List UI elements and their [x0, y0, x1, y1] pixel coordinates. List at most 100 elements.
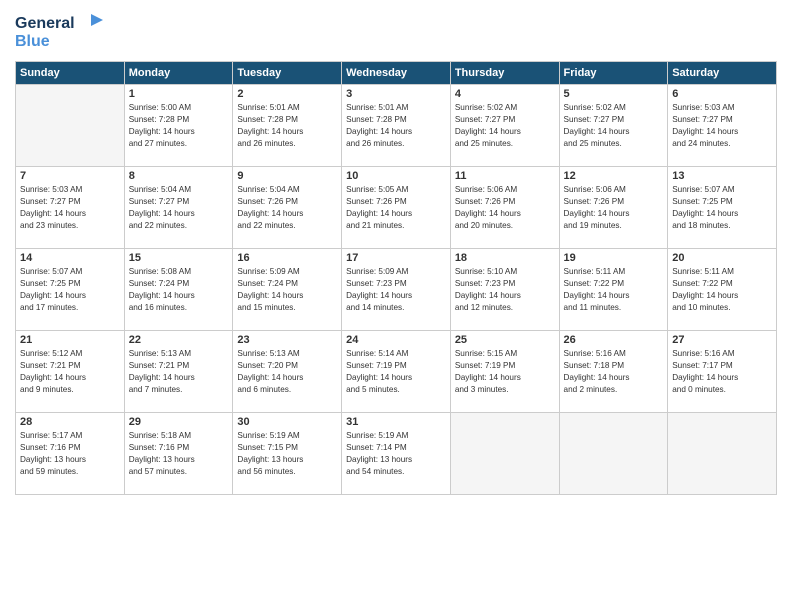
calendar-day-header: Thursday	[450, 62, 559, 85]
calendar-cell: 29Sunrise: 5:18 AM Sunset: 7:16 PM Dayli…	[124, 413, 233, 495]
cell-sun-info: Sunrise: 5:10 AM Sunset: 7:23 PM Dayligh…	[455, 266, 555, 314]
day-number: 22	[129, 334, 229, 346]
cell-sun-info: Sunrise: 5:01 AM Sunset: 7:28 PM Dayligh…	[346, 102, 446, 150]
day-number: 17	[346, 252, 446, 264]
calendar-day-header: Saturday	[668, 62, 777, 85]
calendar-cell: 14 Sunrise: 5:07 AM Sunset: 7:25 PM Dayli…	[16, 249, 125, 331]
calendar-cell: 5 Sunrise: 5:02 AM Sunset: 7:27 PM Daylig…	[559, 85, 668, 167]
cell-sun-info: Sunrise: 5:02 AM Sunset: 7:27 PM Dayligh…	[564, 102, 664, 150]
calendar-cell: 31 Sunrise: 5:19 AM Sunset: 7:14 PM Dayli…	[342, 413, 451, 495]
day-number: 4	[455, 88, 555, 100]
calendar-cell: 21 Sunrise: 5:12 AM Sunset: 7:21 PM Dayli…	[16, 331, 125, 413]
day-number: 25	[455, 334, 555, 346]
calendar-cell: 10 Sunrise: 5:05 AM Sunset: 7:26 PM Dayli…	[342, 167, 451, 249]
calendar-cell: 8 Sunrise: 5:04 AM Sunset: 7:27 PM Daylig…	[124, 167, 233, 249]
calendar-cell: 12 Sunrise: 5:06 AM Sunset: 7:26 PM Dayli…	[559, 167, 668, 249]
calendar-cell: 3Sunrise: 5:01 AM Sunset: 7:28 PM Daylig…	[342, 85, 451, 167]
day-number: 27	[672, 334, 772, 346]
cell-sun-info: Sunrise: 5:04 AM Sunset: 7:27 PM Dayligh…	[129, 184, 229, 232]
calendar-cell: 28Sunrise: 5:17 AM Sunset: 7:16 PM Dayli…	[16, 413, 125, 495]
cell-sun-info: Sunrise: 5:00 AM Sunset: 7:28 PM Dayligh…	[129, 102, 229, 150]
calendar-cell: 25 Sunrise: 5:15 AM Sunset: 7:19 PM Dayli…	[450, 331, 559, 413]
cell-sun-info: Sunrise: 5:09 AM Sunset: 7:24 PM Dayligh…	[237, 266, 337, 314]
cell-sun-info: Sunrise: 5:19 AM Sunset: 7:14 PM Dayligh…	[346, 430, 446, 478]
day-number: 28	[20, 416, 120, 428]
day-number: 16	[237, 252, 337, 264]
calendar-cell: 11 Sunrise: 5:06 AM Sunset: 7:26 PM Dayli…	[450, 167, 559, 249]
page: General Blue SundayMondayTuesdayWednesda…	[0, 0, 792, 612]
calendar-table: SundayMondayTuesdayWednesdayThursdayFrid…	[15, 61, 777, 495]
cell-sun-info: Sunrise: 5:02 AM Sunset: 7:27 PM Dayligh…	[455, 102, 555, 150]
day-number: 29	[129, 416, 229, 428]
day-number: 10	[346, 170, 446, 182]
day-number: 21	[20, 334, 120, 346]
cell-sun-info: Sunrise: 5:16 AM Sunset: 7:17 PM Dayligh…	[672, 348, 772, 396]
calendar-cell: 4 Sunrise: 5:02 AM Sunset: 7:27 PM Daylig…	[450, 85, 559, 167]
cell-sun-info: Sunrise: 5:06 AM Sunset: 7:26 PM Dayligh…	[455, 184, 555, 232]
day-number: 8	[129, 170, 229, 182]
day-number: 7	[20, 170, 120, 182]
cell-sun-info: Sunrise: 5:06 AM Sunset: 7:26 PM Dayligh…	[564, 184, 664, 232]
calendar-cell	[16, 85, 125, 167]
calendar-cell: 13 Sunrise: 5:07 AM Sunset: 7:25 PM Dayli…	[668, 167, 777, 249]
day-number: 15	[129, 252, 229, 264]
day-number: 31	[346, 416, 446, 428]
calendar-cell: 30 Sunrise: 5:19 AM Sunset: 7:15 PM Dayli…	[233, 413, 342, 495]
cell-sun-info: Sunrise: 5:07 AM Sunset: 7:25 PM Dayligh…	[20, 266, 120, 314]
day-number: 1	[129, 88, 229, 100]
calendar-cell: 23 Sunrise: 5:13 AM Sunset: 7:20 PM Dayli…	[233, 331, 342, 413]
day-number: 2	[237, 88, 337, 100]
cell-sun-info: Sunrise: 5:01 AM Sunset: 7:28 PM Dayligh…	[237, 102, 337, 150]
day-number: 5	[564, 88, 664, 100]
cell-sun-info: Sunrise: 5:05 AM Sunset: 7:26 PM Dayligh…	[346, 184, 446, 232]
calendar-day-header: Friday	[559, 62, 668, 85]
calendar-cell: 15 Sunrise: 5:08 AM Sunset: 7:24 PM Dayli…	[124, 249, 233, 331]
calendar-cell	[559, 413, 668, 495]
cell-sun-info: Sunrise: 5:09 AM Sunset: 7:23 PM Dayligh…	[346, 266, 446, 314]
day-number: 9	[237, 170, 337, 182]
logo-svg: General Blue	[15, 10, 105, 55]
day-number: 12	[564, 170, 664, 182]
cell-sun-info: Sunrise: 5:07 AM Sunset: 7:25 PM Dayligh…	[672, 184, 772, 232]
day-number: 13	[672, 170, 772, 182]
cell-sun-info: Sunrise: 5:03 AM Sunset: 7:27 PM Dayligh…	[672, 102, 772, 150]
cell-sun-info: Sunrise: 5:13 AM Sunset: 7:21 PM Dayligh…	[129, 348, 229, 396]
calendar-cell: 27 Sunrise: 5:16 AM Sunset: 7:17 PM Dayli…	[668, 331, 777, 413]
calendar-cell: 7 Sunrise: 5:03 AM Sunset: 7:27 PM Daylig…	[16, 167, 125, 249]
cell-sun-info: Sunrise: 5:14 AM Sunset: 7:19 PM Dayligh…	[346, 348, 446, 396]
calendar-cell: 18 Sunrise: 5:10 AM Sunset: 7:23 PM Dayli…	[450, 249, 559, 331]
cell-sun-info: Sunrise: 5:12 AM Sunset: 7:21 PM Dayligh…	[20, 348, 120, 396]
calendar-cell: 2 Sunrise: 5:01 AM Sunset: 7:28 PM Daylig…	[233, 85, 342, 167]
calendar-cell: 16 Sunrise: 5:09 AM Sunset: 7:24 PM Dayli…	[233, 249, 342, 331]
day-number: 26	[564, 334, 664, 346]
cell-sun-info: Sunrise: 5:15 AM Sunset: 7:19 PM Dayligh…	[455, 348, 555, 396]
svg-text:General: General	[15, 15, 75, 32]
day-number: 6	[672, 88, 772, 100]
day-number: 11	[455, 170, 555, 182]
cell-sun-info: Sunrise: 5:13 AM Sunset: 7:20 PM Dayligh…	[237, 348, 337, 396]
calendar-cell: 19Sunrise: 5:11 AM Sunset: 7:22 PM Dayli…	[559, 249, 668, 331]
calendar-day-header: Monday	[124, 62, 233, 85]
calendar-cell: 22 Sunrise: 5:13 AM Sunset: 7:21 PM Dayli…	[124, 331, 233, 413]
cell-sun-info: Sunrise: 5:04 AM Sunset: 7:26 PM Dayligh…	[237, 184, 337, 232]
day-number: 30	[237, 416, 337, 428]
calendar-cell: 26 Sunrise: 5:16 AM Sunset: 7:18 PM Dayli…	[559, 331, 668, 413]
calendar-cell: 17 Sunrise: 5:09 AM Sunset: 7:23 PM Dayli…	[342, 249, 451, 331]
cell-sun-info: Sunrise: 5:11 AM Sunset: 7:22 PM Dayligh…	[672, 266, 772, 314]
calendar-cell: 1 Sunrise: 5:00 AM Sunset: 7:28 PM Daylig…	[124, 85, 233, 167]
day-number: 23	[237, 334, 337, 346]
calendar-cell	[668, 413, 777, 495]
cell-sun-info: Sunrise: 5:03 AM Sunset: 7:27 PM Dayligh…	[20, 184, 120, 232]
day-number: 14	[20, 252, 120, 264]
cell-sun-info: Sunrise: 5:08 AM Sunset: 7:24 PM Dayligh…	[129, 266, 229, 314]
cell-sun-info: Sunrise: 5:19 AM Sunset: 7:15 PM Dayligh…	[237, 430, 337, 478]
calendar-cell: 24 Sunrise: 5:14 AM Sunset: 7:19 PM Dayli…	[342, 331, 451, 413]
logo: General Blue	[15, 10, 105, 55]
calendar-day-header: Tuesday	[233, 62, 342, 85]
cell-sun-info: Sunrise: 5:16 AM Sunset: 7:18 PM Dayligh…	[564, 348, 664, 396]
calendar-day-header: Wednesday	[342, 62, 451, 85]
calendar-cell: 20Sunrise: 5:11 AM Sunset: 7:22 PM Dayli…	[668, 249, 777, 331]
day-number: 24	[346, 334, 446, 346]
calendar-cell	[450, 413, 559, 495]
day-number: 18	[455, 252, 555, 264]
